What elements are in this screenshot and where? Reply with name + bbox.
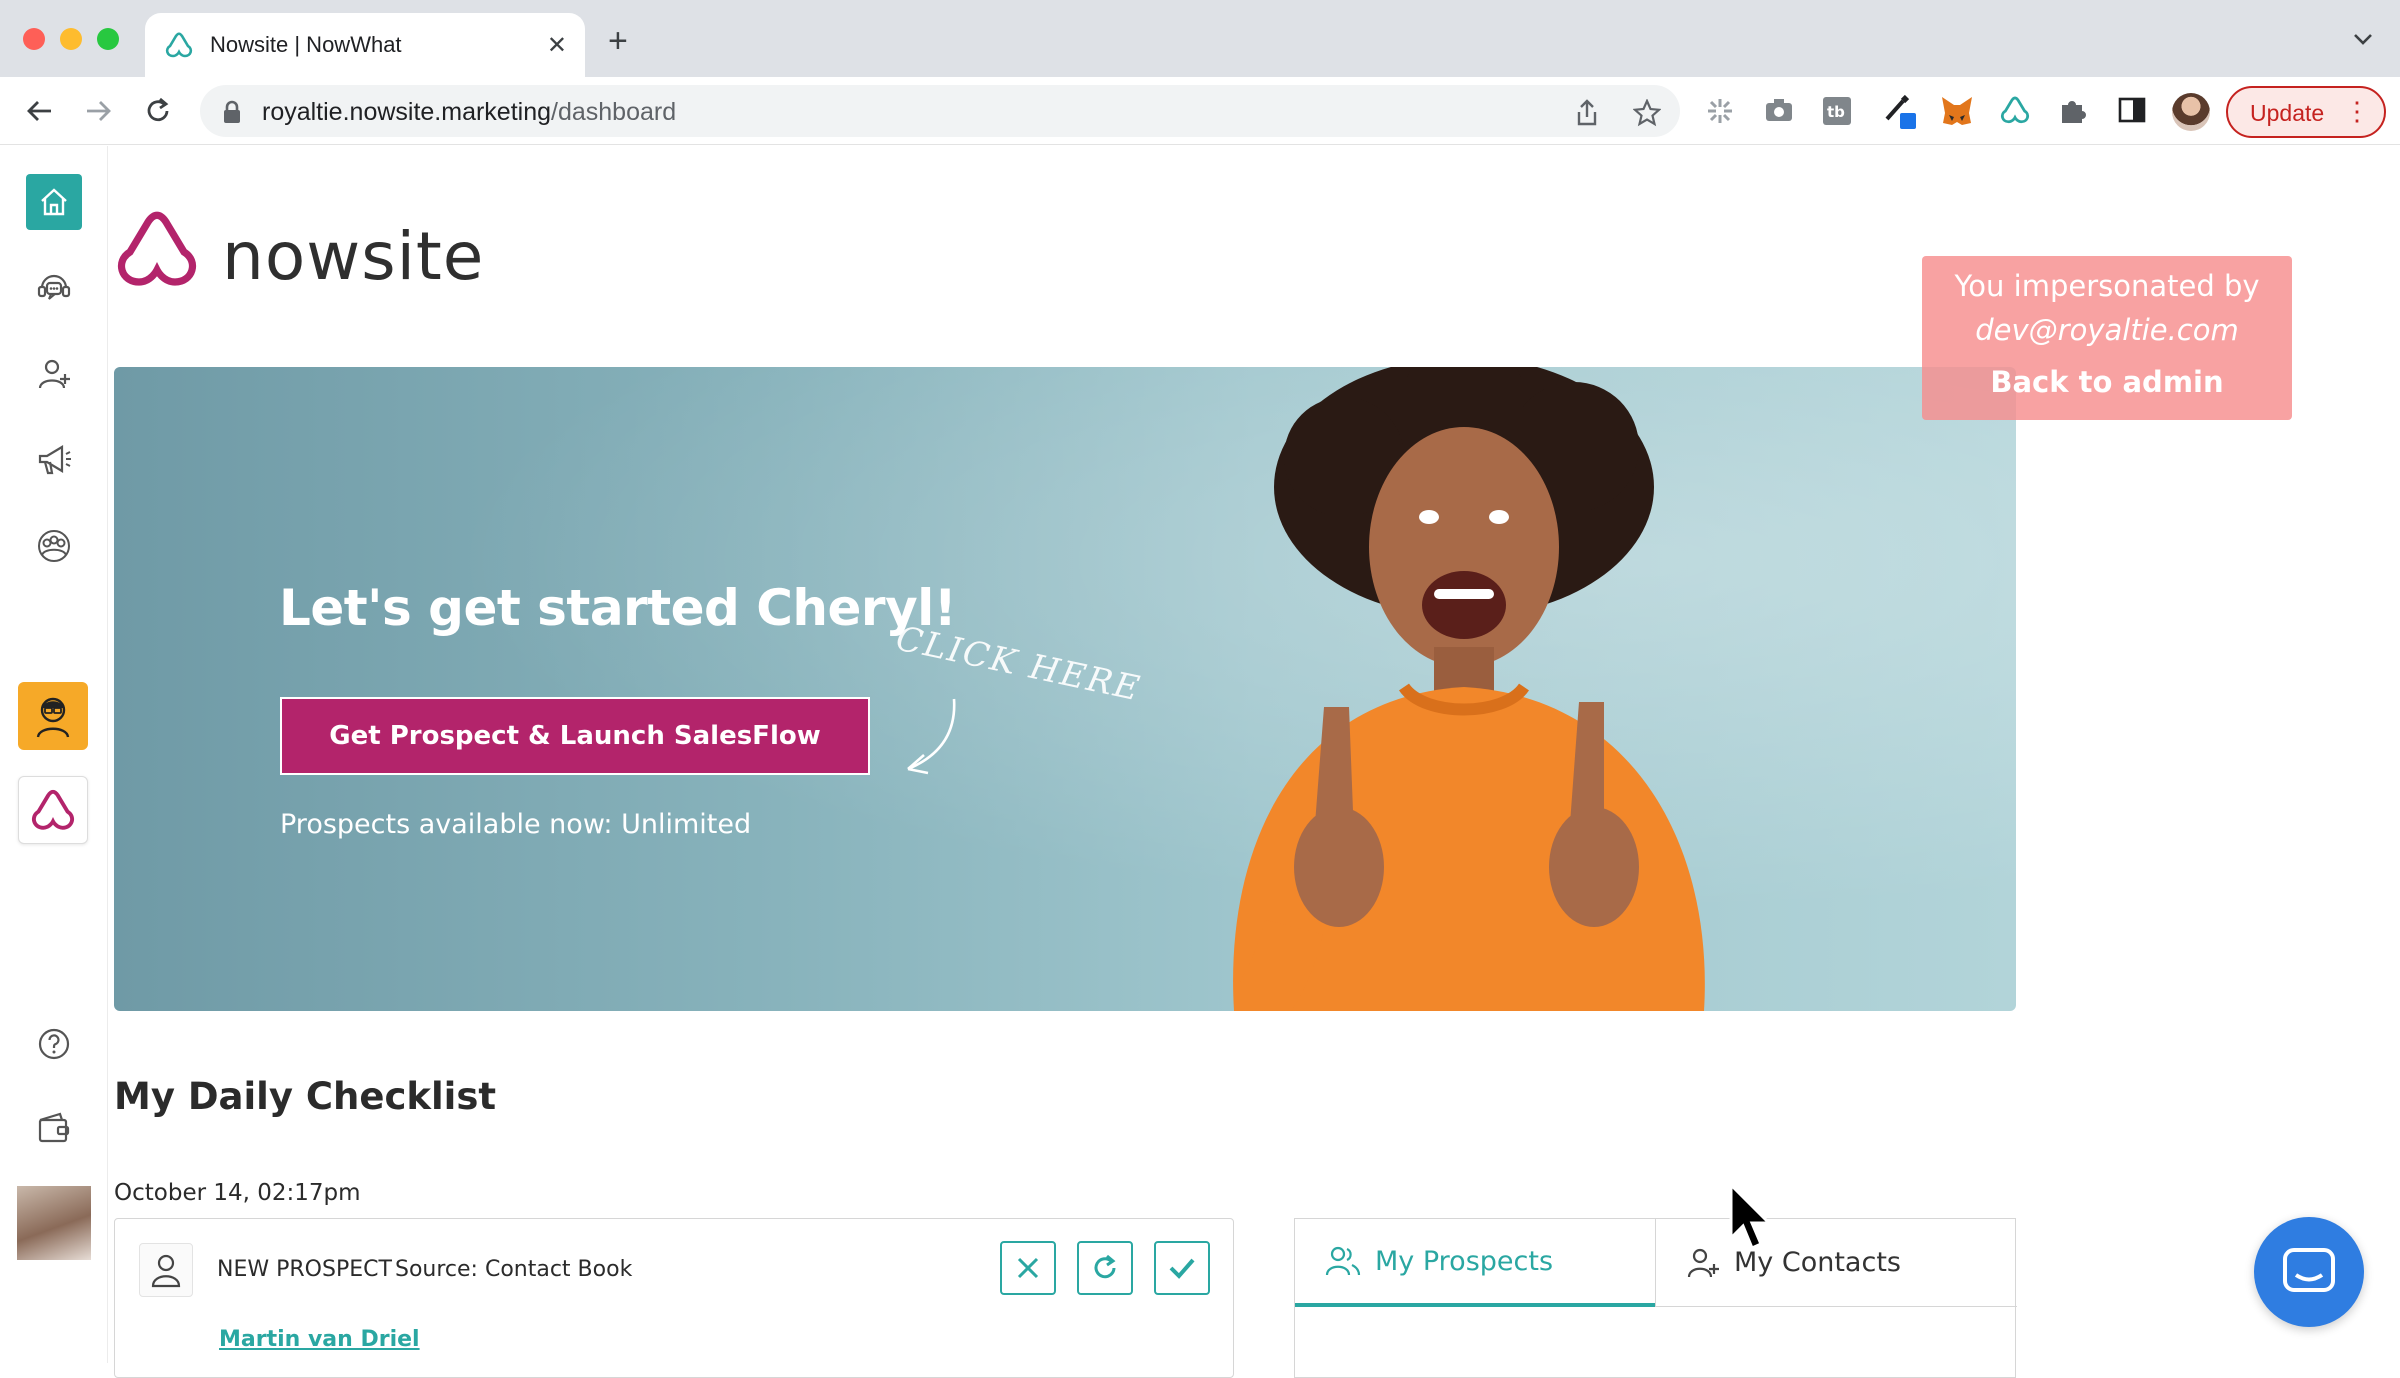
minimize-window-button[interactable] — [60, 28, 82, 50]
impersonation-email: dev@royaltie.com — [1975, 313, 2239, 347]
group-icon[interactable] — [26, 518, 82, 574]
megaphone-icon[interactable] — [26, 432, 82, 488]
browser-menu-icon[interactable]: ⋮ — [2344, 96, 2370, 126]
back-to-admin-link[interactable]: Back to admin — [1922, 365, 2292, 399]
nowsite-extension-icon[interactable] — [2000, 96, 2030, 124]
prospect-source-label: Source: Contact Book — [395, 1257, 633, 1282]
impersonation-banner: You impersonated by dev@royaltie.com Bac… — [1922, 256, 2292, 420]
add-contact-icon — [1687, 1248, 1719, 1277]
dismiss-button[interactable] — [1000, 1241, 1056, 1295]
prospects-contacts-tabs: My Prospects My Contacts — [1294, 1218, 2017, 1378]
eyedropper-icon[interactable] — [1883, 93, 1919, 131]
nowsite-logo-icon[interactable] — [18, 776, 88, 844]
bookmark-star-icon[interactable] — [1633, 99, 1661, 127]
browser-tab-active[interactable]: Nowsite | NowWhat ✕ — [145, 13, 585, 77]
refresh-button[interactable] — [1077, 1241, 1133, 1295]
metamask-fox-icon[interactable] — [1940, 95, 1974, 127]
tab-my-prospects[interactable]: My Prospects — [1295, 1219, 1655, 1307]
extensions-puzzle-icon[interactable] — [2058, 95, 2088, 125]
tab-my-prospects-label: My Prospects — [1375, 1245, 1554, 1277]
share-icon[interactable] — [1574, 99, 1600, 127]
checklist-title: My Daily Checklist — [114, 1075, 497, 1118]
add-user-icon[interactable] — [26, 346, 82, 402]
nowsite-favicon-icon — [165, 32, 193, 58]
prospect-name-link[interactable]: Martin van Driel — [219, 1327, 420, 1352]
agent-avatar-icon[interactable] — [18, 682, 88, 750]
prospect-type-label: NEW PROSPECT — [217, 1257, 392, 1282]
tb-extension-icon[interactable]: tb — [1822, 96, 1852, 126]
refresh-icon — [1094, 1254, 1116, 1279]
mouse-cursor-icon — [1728, 1182, 1772, 1254]
url-text: royaltie.nowsite.marketing/dashboard — [262, 98, 677, 126]
address-bar[interactable]: royaltie.nowsite.marketing/dashboard — [200, 85, 1680, 137]
checklist-date: October 14, 02:17pm — [114, 1180, 361, 1206]
person-icon — [139, 1243, 193, 1297]
chat-icon — [2283, 1248, 2335, 1292]
camera-icon[interactable] — [1764, 96, 1794, 124]
tab-close-icon[interactable]: ✕ — [547, 33, 567, 57]
maximize-window-button[interactable] — [97, 28, 119, 50]
hero-person-image — [1233, 367, 1705, 1011]
home-icon[interactable] — [26, 174, 82, 230]
help-icon[interactable] — [26, 1016, 82, 1072]
reload-icon[interactable] — [142, 95, 174, 127]
new-tab-button[interactable]: + — [608, 24, 628, 58]
chat-launcher-button[interactable] — [2254, 1217, 2364, 1327]
user-avatar[interactable] — [17, 1186, 91, 1260]
tab-my-contacts[interactable]: My Contacts — [1655, 1219, 2017, 1307]
check-icon — [1169, 1258, 1195, 1279]
browser-tab-strip: Nowsite | NowWhat ✕ + — [0, 0, 2400, 77]
app-sidebar — [0, 146, 108, 1363]
extension-puzzle-spark-icon[interactable] — [1705, 96, 1735, 126]
svg-text:tb: tb — [1827, 103, 1845, 121]
browser-update-button[interactable]: Update ⋮ — [2226, 86, 2386, 138]
wallet-icon[interactable] — [26, 1100, 82, 1156]
brand-name: nowsite — [222, 218, 485, 295]
side-panel-icon[interactable] — [2117, 95, 2147, 125]
support-chat-icon[interactable] — [26, 260, 82, 316]
chevron-down-icon[interactable] — [2352, 32, 2374, 46]
browser-toolbar: royaltie.nowsite.marketing/dashboard tb … — [0, 77, 2400, 145]
forward-arrow-icon[interactable] — [82, 95, 114, 127]
hero-banner: Let's get started Cheryl! Get Prospect &… — [114, 367, 2016, 1011]
checklist-item-card: NEW PROSPECT Source: Contact Book Martin… — [114, 1218, 1234, 1378]
browser-profile-avatar[interactable] — [2172, 93, 2210, 131]
curved-arrow-icon — [894, 689, 974, 779]
prospects-available-text: Prospects available now: Unlimited — [280, 809, 752, 840]
impersonation-label: You impersonated by — [1954, 269, 2260, 303]
prospects-icon — [1325, 1246, 1361, 1276]
hero-title: Let's get started Cheryl! — [279, 579, 957, 637]
lock-icon[interactable] — [222, 100, 242, 124]
close-icon — [1017, 1257, 1039, 1279]
nowsite-logo-icon — [114, 210, 200, 288]
tab-title: Nowsite | NowWhat — [210, 32, 402, 57]
complete-button[interactable] — [1154, 1241, 1210, 1295]
get-prospect-button[interactable]: Get Prospect & Launch SalesFlow — [280, 697, 870, 775]
back-arrow-icon[interactable] — [24, 95, 56, 127]
close-window-button[interactable] — [23, 28, 45, 50]
